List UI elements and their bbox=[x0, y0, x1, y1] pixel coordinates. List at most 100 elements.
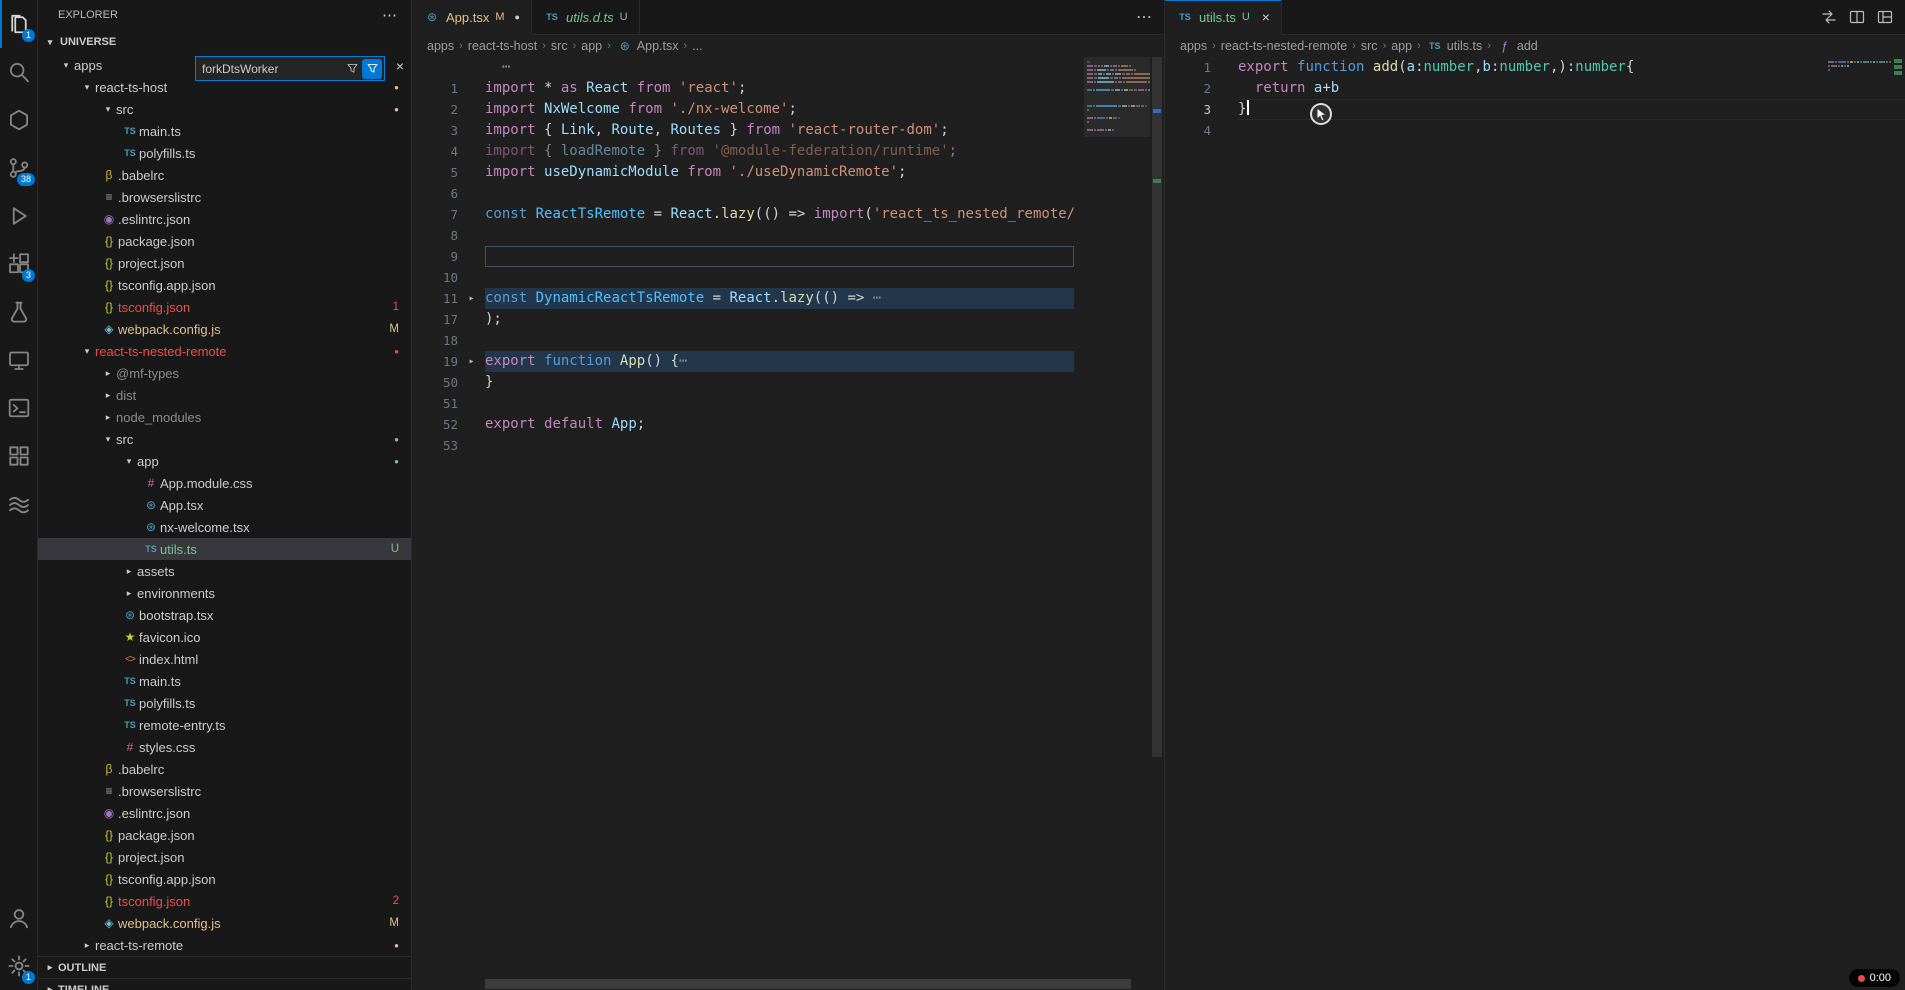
tree-item-tsconfig-app-json[interactable]: {}tsconfig.app.json bbox=[38, 274, 411, 296]
tree-item-project-json[interactable]: {}project.json bbox=[38, 846, 411, 868]
breadcrumb-item-app[interactable]: app bbox=[581, 39, 602, 53]
fold-chevron-icon[interactable]: ▸ bbox=[458, 293, 485, 304]
timeline-section[interactable]: ▸ TIMELINE bbox=[38, 978, 411, 990]
code-line[interactable]: 5import useDynamicModule from './useDyna… bbox=[412, 162, 1164, 183]
activity-item-source-control-icon[interactable]: 38 bbox=[0, 144, 37, 192]
tree-item-main-ts[interactable]: TSmain.ts bbox=[38, 120, 411, 142]
tree-item-app-module-css[interactable]: #App.module.css bbox=[38, 472, 411, 494]
activity-item-account-icon[interactable] bbox=[0, 894, 37, 942]
tree-item-nx-welcome-tsx[interactable]: ⊛nx-welcome.tsx bbox=[38, 516, 411, 538]
code-line[interactable]: 52export default App; bbox=[412, 414, 1164, 435]
activity-item-run-debug-icon[interactable] bbox=[0, 192, 37, 240]
workspace-header[interactable]: ▾ UNIVERSE bbox=[38, 30, 411, 54]
tree-find-input[interactable] bbox=[202, 62, 342, 76]
tree-item-webpack-config-js[interactable]: ◈webpack.config.jsM bbox=[38, 318, 411, 340]
breadcrumb-item-utils-ts[interactable]: TSutils.ts bbox=[1426, 39, 1482, 53]
code-line[interactable]: 1export function add(a:number,b:number,)… bbox=[1165, 57, 1905, 78]
breadcrumb-item-react-ts-nested-remote[interactable]: react-ts-nested-remote bbox=[1221, 39, 1347, 53]
tree-item-src[interactable]: ▾src● bbox=[38, 428, 411, 450]
breadcrumb-item-app-tsx[interactable]: ⊛App.tsx bbox=[616, 39, 679, 53]
tree-item-main-ts[interactable]: TSmain.ts bbox=[38, 670, 411, 692]
tab-utils-d-ts[interactable]: TSutils.d.tsU bbox=[532, 0, 640, 34]
code-line[interactable]: 4 bbox=[1165, 120, 1905, 141]
tree-item-package-json[interactable]: {}package.json bbox=[38, 230, 411, 252]
filter-toggle-icon[interactable] bbox=[362, 59, 382, 79]
tab-utils-ts[interactable]: TSutils.tsU× bbox=[1165, 0, 1282, 35]
close-icon[interactable]: × bbox=[396, 59, 404, 73]
breadcrumb-item-src[interactable]: src bbox=[1361, 39, 1378, 53]
code-line[interactable]: 2 return a+b bbox=[1165, 78, 1905, 99]
breadcrumb-item-apps[interactable]: apps bbox=[1180, 39, 1207, 53]
code-line[interactable]: 51 bbox=[412, 393, 1164, 414]
fold-chevron-icon[interactable]: ▸ bbox=[458, 356, 485, 367]
activity-item-remote-explorer-icon[interactable] bbox=[0, 336, 37, 384]
layout-icon[interactable] bbox=[1877, 9, 1893, 25]
tree-item-webpack-config-js[interactable]: ◈webpack.config.jsM bbox=[38, 912, 411, 934]
tree-item-polyfills-ts[interactable]: TSpolyfills.ts bbox=[38, 692, 411, 714]
code-line[interactable]: 53 bbox=[412, 435, 1164, 456]
code-line[interactable]: 4import { loadRemote } from '@module-fed… bbox=[412, 141, 1164, 162]
horizontal-scrollbar[interactable] bbox=[485, 979, 1080, 989]
code-line[interactable]: 3import { Link, Route, Routes } from 're… bbox=[412, 120, 1164, 141]
tree-item-bootstrap-tsx[interactable]: ⊛bootstrap.tsx bbox=[38, 604, 411, 626]
outline-section[interactable]: ▸ OUTLINE bbox=[38, 956, 411, 978]
tree-item-remote-entry-ts[interactable]: TSremote-entry.ts bbox=[38, 714, 411, 736]
breadcrumb-item-app[interactable]: app bbox=[1391, 39, 1412, 53]
code-line[interactable]: 11▸const DynamicReactTsRemote = React.la… bbox=[412, 288, 1164, 309]
code-line[interactable]: 2import NxWelcome from './nx-welcome'; bbox=[412, 99, 1164, 120]
tree-item-app-tsx[interactable]: ⊛App.tsx bbox=[38, 494, 411, 516]
activity-item-testing-icon[interactable] bbox=[0, 288, 37, 336]
split-editor-icon[interactable] bbox=[1849, 9, 1865, 25]
tree-item-styles-css[interactable]: #styles.css bbox=[38, 736, 411, 758]
tree-item-tsconfig-json[interactable]: {}tsconfig.json2 bbox=[38, 890, 411, 912]
breadcrumb-item-[interactable]: ... bbox=[692, 39, 702, 53]
vertical-scrollbar[interactable] bbox=[1891, 57, 1905, 990]
code-editor[interactable]: ⋯1import * as React from 'react';2import… bbox=[412, 57, 1164, 990]
minimap[interactable] bbox=[1825, 57, 1891, 297]
activity-item-settings-icon[interactable]: 1 bbox=[0, 942, 37, 990]
more-actions-icon[interactable]: ⋯ bbox=[1136, 7, 1152, 27]
code-editor[interactable]: 1export function add(a:number,b:number,)… bbox=[1165, 57, 1905, 990]
tree-item-polyfills-ts[interactable]: TSpolyfills.ts bbox=[38, 142, 411, 164]
tree-item-eslintrc-json[interactable]: ◉.eslintrc.json bbox=[38, 208, 411, 230]
activity-item-files-icon[interactable]: 1 bbox=[0, 0, 37, 48]
filter-icon[interactable] bbox=[342, 59, 362, 79]
tree-item-eslintrc-json[interactable]: ◉.eslintrc.json bbox=[38, 802, 411, 824]
minimap[interactable] bbox=[1084, 57, 1150, 297]
tree-item-browserslistrc[interactable]: ≡.browserslistrc bbox=[38, 186, 411, 208]
tree-item-tsconfig-app-json[interactable]: {}tsconfig.app.json bbox=[38, 868, 411, 890]
tree-item-babelrc[interactable]: β.babelrc bbox=[38, 758, 411, 780]
code-line[interactable]: 1import * as React from 'react'; bbox=[412, 78, 1164, 99]
code-line[interactable]: 10 bbox=[412, 267, 1164, 288]
tree-item-utils-ts[interactable]: TSutils.tsU bbox=[38, 538, 411, 560]
tree-item-assets[interactable]: ▸assets bbox=[38, 560, 411, 582]
tree-item-package-json[interactable]: {}package.json bbox=[38, 824, 411, 846]
tree-item-project-json[interactable]: {}project.json bbox=[38, 252, 411, 274]
close-icon[interactable]: × bbox=[1262, 10, 1270, 24]
breadcrumb-item-src[interactable]: src bbox=[551, 39, 568, 53]
activity-item-search-icon[interactable] bbox=[0, 48, 37, 96]
code-line[interactable]: ⋯ bbox=[412, 57, 1164, 78]
tab-app-tsx[interactable]: ⊛App.tsxM● bbox=[412, 0, 532, 35]
tree-item-mf-types[interactable]: ▸@mf-types bbox=[38, 362, 411, 384]
activity-item-terminal-icon[interactable] bbox=[0, 384, 37, 432]
scrollbar-thumb[interactable] bbox=[485, 979, 1131, 989]
activity-item-grid-icon[interactable] bbox=[0, 432, 37, 480]
tree-item-src[interactable]: ▾src● bbox=[38, 98, 411, 120]
code-line[interactable]: 3} bbox=[1165, 99, 1905, 120]
code-line[interactable]: 6 bbox=[412, 183, 1164, 204]
tree-item-app[interactable]: ▾app● bbox=[38, 450, 411, 472]
tree-item-node-modules[interactable]: ▸node_modules bbox=[38, 406, 411, 428]
code-line[interactable]: 50} bbox=[412, 372, 1164, 393]
tree-item-browserslistrc[interactable]: ≡.browserslistrc bbox=[38, 780, 411, 802]
breadcrumb-item-react-ts-host[interactable]: react-ts-host bbox=[468, 39, 537, 53]
code-line[interactable]: 17); bbox=[412, 309, 1164, 330]
tree-item-tsconfig-json[interactable]: {}tsconfig.json1 bbox=[38, 296, 411, 318]
breadcrumb-item-apps[interactable]: apps bbox=[427, 39, 454, 53]
code-line[interactable]: 19▸export function App() {⋯ bbox=[412, 351, 1164, 372]
tree-item-react-ts-remote[interactable]: ▸react-ts-remote● bbox=[38, 934, 411, 956]
sidebar-more-actions-icon[interactable]: ⋯ bbox=[382, 6, 397, 24]
tree-item-babelrc[interactable]: β.babelrc bbox=[38, 164, 411, 186]
tree-item-favicon-ico[interactable]: ★favicon.ico bbox=[38, 626, 411, 648]
tree-item-react-ts-nested-remote[interactable]: ▾react-ts-nested-remote● bbox=[38, 340, 411, 362]
